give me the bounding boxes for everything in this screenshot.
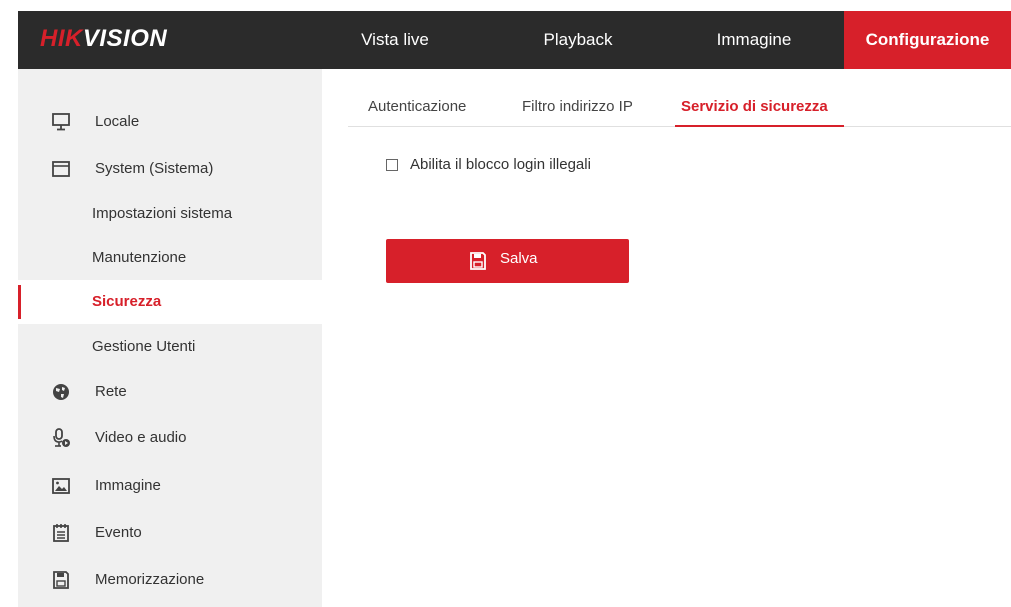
microphone-icon xyxy=(53,428,70,447)
sidebar-item-network[interactable]: Rete xyxy=(18,370,322,414)
system-window-icon xyxy=(52,161,70,177)
sidebar-item-label: Rete xyxy=(95,383,127,400)
save-button-label: Salva xyxy=(500,250,538,267)
sidebar-item-label: Sicurezza xyxy=(92,293,162,310)
tab-ip-address-filter[interactable]: Filtro indirizzo IP xyxy=(522,88,633,126)
nav-configuration[interactable]: Configurazione xyxy=(844,11,1011,69)
sidebar-item-image[interactable]: Immagine xyxy=(18,464,322,508)
sidebar-item-label: System (Sistema) xyxy=(95,160,214,177)
monitor-icon xyxy=(52,113,70,131)
logo-vision-text: VISION xyxy=(82,25,168,52)
illegal-login-lock-label: Abilita il blocco login illegali xyxy=(410,156,591,173)
illegal-login-lock-checkbox[interactable] xyxy=(386,159,398,171)
sidebar-item-label: Evento xyxy=(95,524,142,541)
sidebar-item-label: Manutenzione xyxy=(92,249,187,266)
sidebar-item-label: Video e audio xyxy=(95,429,187,446)
top-navigation-bar: HIKVISION Vista live Playback Immagine C… xyxy=(18,11,1011,69)
hikvision-logo: HIKVISION xyxy=(40,25,167,53)
sidebar-item-video-audio[interactable]: Video e audio xyxy=(18,416,322,460)
globe-icon xyxy=(53,384,69,400)
sidebar: Locale System (Sistema) Impostazioni sis… xyxy=(18,69,322,607)
sidebar-item-storage[interactable]: Memorizzazione xyxy=(18,558,322,602)
sidebar-item-label: Impostazioni sistema xyxy=(92,205,233,222)
sidebar-item-security[interactable]: Sicurezza xyxy=(18,280,322,324)
nav-image[interactable]: Immagine xyxy=(694,11,814,69)
sidebar-item-label: Memorizzazione xyxy=(95,571,205,588)
sidebar-item-label: Locale xyxy=(95,113,140,130)
nav-live-view[interactable]: Vista live xyxy=(336,11,454,69)
sidebar-item-system[interactable]: System (Sistema) xyxy=(18,147,322,191)
sidebar-item-maintenance[interactable]: Manutenzione xyxy=(18,236,322,280)
logo-hik-text: HIK xyxy=(40,25,83,52)
nav-playback[interactable]: Playback xyxy=(518,11,638,69)
sidebar-item-user-management[interactable]: Gestione Utenti xyxy=(18,325,322,369)
config-tabs: Autenticazione Filtro indirizzo IP Servi… xyxy=(348,88,1011,127)
sidebar-item-label: Immagine xyxy=(95,477,161,494)
sidebar-item-locale[interactable]: Locale xyxy=(18,100,322,144)
sidebar-item-system-settings[interactable]: Impostazioni sistema xyxy=(18,192,322,236)
image-icon xyxy=(52,478,70,494)
storage-icon xyxy=(53,571,69,589)
save-icon xyxy=(470,252,486,270)
calendar-icon xyxy=(53,524,69,542)
save-button[interactable]: Salva xyxy=(386,239,629,283)
sidebar-item-label: Gestione Utenti xyxy=(92,338,196,355)
tab-security-service[interactable]: Servizio di sicurezza xyxy=(675,88,844,127)
tab-authentication[interactable]: Autenticazione xyxy=(368,88,466,126)
sidebar-item-event[interactable]: Evento xyxy=(18,511,322,555)
